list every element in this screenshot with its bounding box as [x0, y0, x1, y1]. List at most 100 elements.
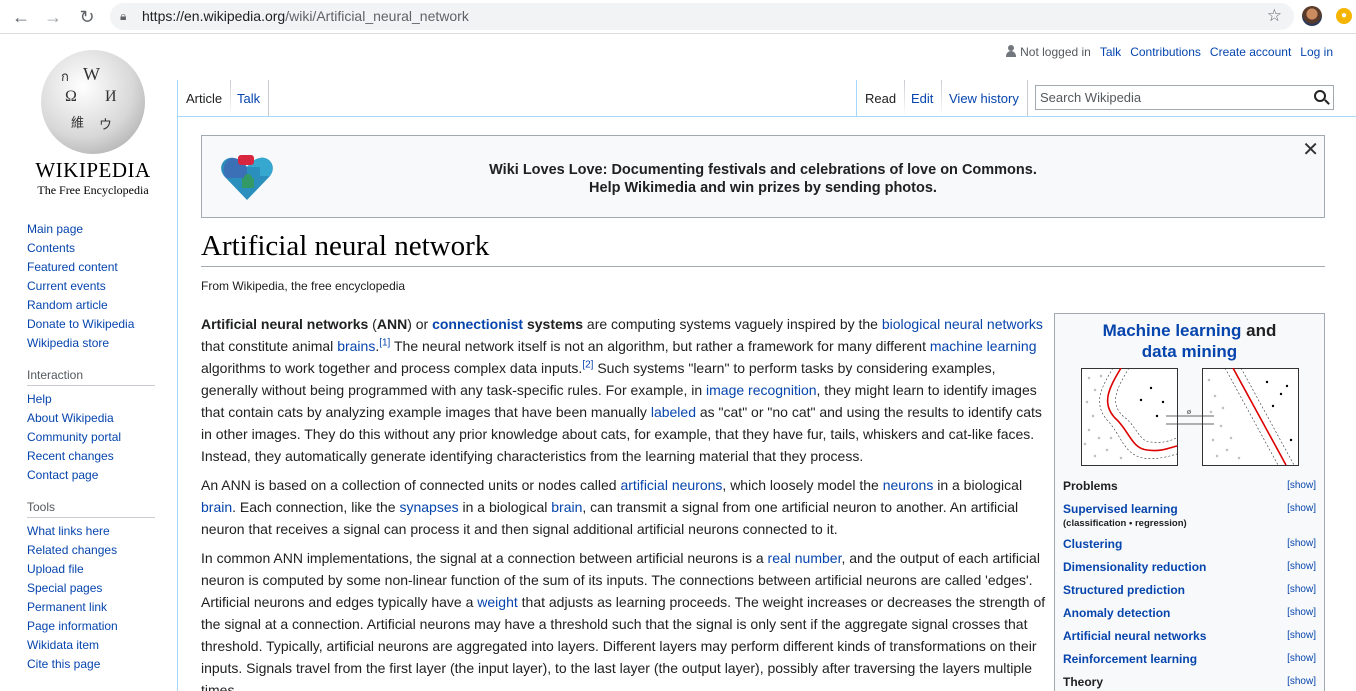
contributions-link[interactable]: Contributions — [1130, 45, 1201, 59]
link-reinforcement-learning[interactable]: Reinforcement learning — [1063, 652, 1197, 666]
reload-icon[interactable]: ↻ — [76, 6, 98, 28]
sidebar-item-contact[interactable]: Contact page — [27, 467, 162, 486]
tab-article[interactable]: Article — [177, 80, 232, 117]
sidebar-item-random-article[interactable]: Random article — [27, 297, 162, 316]
search-box — [1035, 85, 1334, 110]
sidebar-item-community-portal[interactable]: Community portal — [27, 429, 162, 448]
sidebar-item-permanent-link[interactable]: Permanent link — [27, 599, 162, 618]
sidebar-navigation: Main page Contents Featured content Curr… — [27, 221, 162, 354]
reference-2[interactable]: [2] — [582, 359, 593, 370]
link-brain-2[interactable]: brain — [551, 499, 582, 515]
link-clustering[interactable]: Clustering — [1063, 537, 1122, 551]
banner-line-2: Help Wikimedia and win prizes by sending… — [589, 180, 937, 196]
show-toggle[interactable]: [show] — [1287, 503, 1316, 514]
sidebar-item-wikidata-item[interactable]: Wikidata item — [27, 637, 162, 656]
show-toggle[interactable]: [show] — [1287, 653, 1316, 664]
sidebar-item-cite-this-page[interactable]: Cite this page — [27, 656, 162, 675]
infobox-row-structured-prediction: Structured prediction [show] — [1063, 581, 1316, 604]
link-dimensionality-reduction[interactable]: Dimensionality reduction — [1063, 560, 1206, 574]
link-supervised-learning[interactable]: Supervised learning — [1063, 502, 1178, 516]
show-toggle[interactable]: [show] — [1287, 630, 1316, 641]
show-toggle[interactable]: [show] — [1287, 480, 1316, 491]
article-body: Artificial neural networks (ANN) or conn… — [201, 313, 1046, 691]
sidebar-item-main-page[interactable]: Main page — [27, 221, 162, 240]
close-icon[interactable]: ✕ — [1302, 137, 1319, 162]
tab-read[interactable]: Read — [856, 80, 906, 117]
link-structured-prediction[interactable]: Structured prediction — [1063, 583, 1185, 597]
sidebar-item-store[interactable]: Wikipedia store — [27, 335, 162, 354]
link-biological-neural-networks[interactable]: biological neural networks — [882, 316, 1043, 332]
link-labeled[interactable]: labeled — [651, 404, 696, 420]
link-image-recognition[interactable]: image recognition — [706, 382, 817, 398]
sidebar-item-featured-content[interactable]: Featured content — [27, 259, 162, 278]
link-neurons[interactable]: neurons — [883, 477, 934, 493]
show-toggle[interactable]: [show] — [1287, 561, 1316, 572]
link-artificial-neural-networks[interactable]: Artificial neural networks — [1063, 629, 1206, 643]
link-brains[interactable]: brains — [337, 338, 375, 354]
sidebar-item-help[interactable]: Help — [27, 391, 162, 410]
svg-text:ø: ø — [1187, 407, 1191, 416]
not-logged-in-label: Not logged in — [1006, 45, 1091, 59]
link-real-number[interactable]: real number — [768, 550, 842, 566]
sidebar: Main page Contents Featured content Curr… — [27, 221, 162, 675]
infobox-row-anomaly-detection: Anomaly detection [show] — [1063, 604, 1316, 627]
show-toggle[interactable]: [show] — [1287, 607, 1316, 618]
sidebar-item-what-links-here[interactable]: What links here — [27, 523, 162, 542]
show-toggle[interactable]: [show] — [1287, 538, 1316, 549]
link-machine-learning-title[interactable]: Machine learning — [1103, 321, 1242, 340]
paragraph-2: An ANN is based on a collection of conne… — [201, 477, 1023, 537]
wordmark: WIKIPEDIA — [35, 158, 151, 182]
address-bar[interactable]: 🔒︎ https://en.wikipedia.org/wiki/Artific… — [110, 3, 1294, 30]
infobox-row-clustering: Clustering [show] — [1063, 535, 1316, 558]
link-machine-learning[interactable]: machine learning — [930, 338, 1037, 354]
logo-tagline: The Free Encyclopedia — [37, 183, 149, 197]
profile-avatar[interactable] — [1302, 6, 1322, 26]
link-data-mining-title[interactable]: data mining — [1142, 342, 1237, 361]
sidebar-item-upload-file[interactable]: Upload file — [27, 561, 162, 580]
link-connectionist[interactable]: connectionist — [432, 316, 523, 332]
sidebar-item-current-events[interactable]: Current events — [27, 278, 162, 297]
search-input[interactable] — [1036, 86, 1306, 108]
sidebar-interaction: Help About Wikipedia Community portal Re… — [27, 391, 162, 486]
tab-talk[interactable]: Talk — [229, 80, 270, 117]
sidebar-item-donate[interactable]: Donate to Wikipedia — [27, 316, 162, 335]
back-arrow-icon[interactable]: ← — [10, 6, 32, 28]
link-anomaly-detection[interactable]: Anomaly detection — [1063, 606, 1170, 620]
show-toggle[interactable]: [show] — [1287, 676, 1316, 687]
sidebar-item-about[interactable]: About Wikipedia — [27, 410, 162, 429]
link-brain[interactable]: brain — [201, 499, 232, 515]
search-icon[interactable] — [1314, 90, 1326, 102]
tab-edit[interactable]: Edit — [903, 80, 943, 117]
extension-icon[interactable]: ● — [1336, 8, 1352, 24]
forward-arrow-icon[interactable]: → — [42, 6, 64, 28]
link-weight[interactable]: weight — [477, 594, 517, 610]
banner-message: Wiki Loves Love: Documenting festivals a… — [202, 161, 1324, 197]
site-subtitle: From Wikipedia, the free encyclopedia — [201, 279, 406, 293]
show-toggle[interactable]: [show] — [1287, 584, 1316, 595]
link-synapses[interactable]: synapses — [399, 499, 458, 515]
infobox-row-problems: Problems [show] — [1063, 479, 1316, 493]
reference-1[interactable]: [1] — [379, 337, 390, 348]
kernel-machine-diagram: ø — [1081, 368, 1299, 466]
create-account-link[interactable]: Create account — [1210, 45, 1291, 59]
sidebar-item-page-information[interactable]: Page information — [27, 618, 162, 637]
paragraph-1: Artificial neural networks (ANN) or conn… — [201, 316, 1043, 464]
sidebar-item-contents[interactable]: Contents — [27, 240, 162, 259]
sidebar-item-recent-changes[interactable]: Recent changes — [27, 448, 162, 467]
supervised-sub-label: (classification • regression) — [1063, 518, 1187, 529]
tab-view-history[interactable]: View history — [941, 80, 1028, 117]
wikipedia-logo[interactable]: W Ω И 維 ウ ก WIKIPEDIA The Free Encyclope… — [28, 50, 158, 197]
sidebar-item-related-changes[interactable]: Related changes — [27, 542, 162, 561]
banner-line-1: Wiki Loves Love: Documenting festivals a… — [489, 162, 1037, 178]
bookmark-star-icon[interactable]: ☆ — [1267, 6, 1282, 26]
link-artificial-neurons[interactable]: artificial neurons — [620, 477, 722, 493]
sidebar-item-special-pages[interactable]: Special pages — [27, 580, 162, 599]
puzzle-globe-icon: W Ω И 維 ウ ก — [41, 50, 145, 154]
infobox-row-artificial-neural-networks: Artificial neural networks [show] — [1063, 627, 1316, 650]
talk-link[interactable]: Talk — [1100, 45, 1121, 59]
infobox-row-reinforcement-learning: Reinforcement learning [show] — [1063, 650, 1316, 673]
infobox-row-dimensionality-reduction: Dimensionality reduction [show] — [1063, 558, 1316, 581]
log-in-link[interactable]: Log in — [1300, 45, 1333, 59]
browser-toolbar: ← → ↻ 🔒︎ https://en.wikipedia.org/wiki/A… — [0, 0, 1356, 34]
sidebar-heading-interaction: Interaction — [27, 368, 155, 386]
